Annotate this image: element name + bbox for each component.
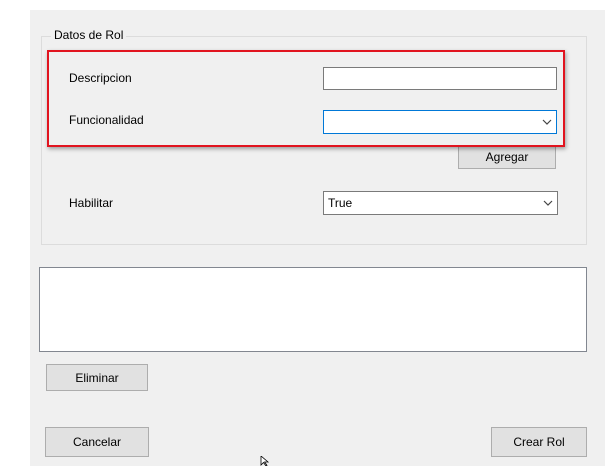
groupbox-title: Datos de Rol (51, 28, 127, 42)
habilitar-selected-value: True (328, 196, 353, 210)
cancelar-button[interactable]: Cancelar (45, 427, 149, 457)
crear-rol-button[interactable]: Crear Rol (491, 427, 587, 457)
habilitar-label: Habilitar (69, 196, 114, 210)
funcionalidad-label: Funcionalidad (69, 113, 144, 127)
roles-listbox[interactable] (39, 267, 587, 352)
descripcion-input[interactable] (323, 67, 557, 90)
funcionalidad-combobox[interactable] (323, 110, 557, 134)
habilitar-combobox[interactable]: True (323, 191, 558, 215)
eliminar-button[interactable]: Eliminar (46, 364, 148, 391)
agregar-button[interactable]: Agregar (458, 145, 556, 169)
chevron-down-icon[interactable] (539, 192, 557, 214)
mouse-cursor-icon (260, 456, 270, 466)
descripcion-label: Descripcion (69, 71, 132, 85)
chevron-down-icon[interactable] (538, 111, 556, 133)
